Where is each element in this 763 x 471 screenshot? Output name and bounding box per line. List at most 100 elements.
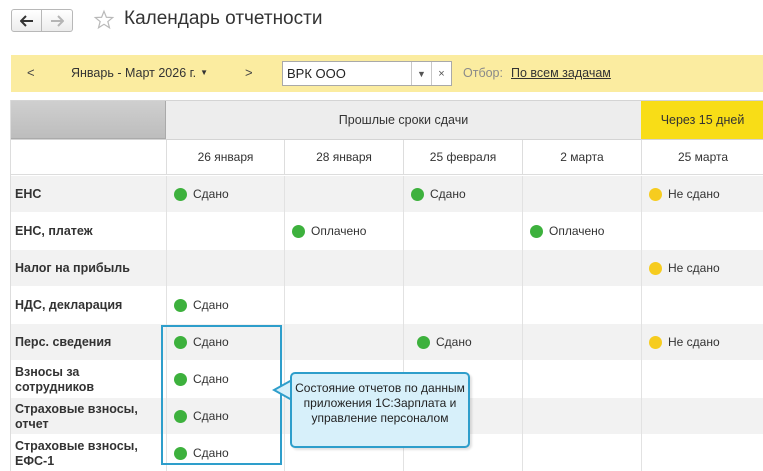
status-text: Сдано	[193, 298, 229, 312]
status-cell[interactable]: Сдано	[411, 187, 466, 201]
cell-divider	[641, 361, 642, 398]
header-past-deadlines: Прошлые сроки сдачи	[338, 113, 469, 127]
status-text: Не сдано	[668, 261, 720, 275]
cell-divider	[641, 250, 642, 287]
grid-header-groups: Прошлые сроки сдачи Через 15 дней	[11, 100, 763, 140]
status-dot-icon	[174, 187, 187, 201]
cell-divider	[166, 213, 167, 250]
status-cell[interactable]: Не сдано	[649, 261, 720, 275]
cell-divider	[166, 176, 167, 213]
cell-divider	[522, 361, 523, 398]
cell-divider	[403, 213, 404, 250]
row-label: Налог на прибыль	[15, 261, 130, 275]
cell-divider	[641, 324, 642, 361]
status-dot-icon	[649, 261, 662, 275]
grid-corner	[11, 101, 166, 139]
cell-divider	[403, 324, 404, 361]
cell-divider	[522, 398, 523, 435]
title-bar: Календарь отчетности	[0, 0, 763, 44]
status-cell[interactable]: Оплачено	[292, 224, 366, 238]
header-upcoming: Через 15 дней	[641, 101, 763, 139]
status-dot-icon	[649, 187, 662, 201]
prev-period-button[interactable]: <	[27, 65, 35, 80]
caret-down-icon: ▼	[417, 68, 426, 79]
close-icon: ×	[438, 67, 445, 80]
status-text: Сдано	[193, 187, 229, 201]
table-row[interactable]: ЕНС, платеж Оплачено Оплачено	[11, 213, 763, 250]
status-text: Сдано	[436, 335, 472, 349]
row-label: Страховые взносы, отчет	[15, 401, 138, 431]
status-text: Оплачено	[311, 224, 367, 238]
row-label: ЕНС	[15, 187, 42, 201]
callout-note: Состояние отчетов по данным приложения 1…	[290, 372, 470, 448]
forward-button[interactable]	[42, 9, 73, 32]
highlight-box	[161, 325, 282, 465]
row-label: Перс. сведения	[15, 335, 112, 349]
cell-divider	[166, 287, 167, 324]
page-title: Календарь отчетности	[124, 8, 323, 29]
date-header: 25 марта	[641, 140, 763, 175]
dropdown-button[interactable]: ▼	[411, 62, 431, 85]
status-dot-icon	[649, 335, 662, 349]
row-label: ЕНС, платеж	[15, 224, 93, 238]
status-cell[interactable]: Сдано	[417, 335, 472, 349]
date-header: 26 января	[166, 140, 284, 175]
status-dot-icon	[174, 298, 187, 312]
table-row[interactable]: ЕНС Сдано Сдано Не сдано	[11, 176, 763, 213]
status-dot-icon	[292, 224, 305, 238]
star-icon[interactable]	[93, 9, 115, 31]
cell-divider	[284, 250, 285, 287]
status-dot-icon	[411, 187, 424, 201]
cell-divider	[641, 213, 642, 250]
next-period-button[interactable]: >	[245, 65, 253, 80]
cell-divider	[166, 250, 167, 287]
status-text: Сдано	[430, 187, 466, 201]
cell-divider	[284, 435, 285, 471]
status-cell[interactable]: Сдано	[174, 298, 229, 312]
status-text: Оплачено	[549, 224, 605, 238]
table-row[interactable]: Перс. сведения Сдано Сдано Не сдано	[11, 324, 763, 361]
cell-divider	[403, 287, 404, 324]
cell-divider	[641, 176, 642, 213]
table-row[interactable]: НДС, декларация Сдано	[11, 287, 763, 324]
cell-divider	[641, 287, 642, 324]
cell-divider	[284, 176, 285, 213]
filter-link[interactable]: По всем задачам	[511, 66, 611, 80]
grid-header-dates: 26 января 28 января 25 февраля 2 марта 25 ма…	[11, 140, 763, 175]
cell-divider	[522, 176, 523, 213]
date-header: 28 января	[284, 140, 403, 175]
status-cell[interactable]: Сдано	[174, 187, 229, 201]
row-label: Взносы за сотрудников	[15, 364, 95, 394]
organization-field[interactable]: ВРК ООО ▼ ×	[282, 61, 452, 86]
cell-divider	[641, 435, 642, 471]
arrow-left-icon	[19, 14, 33, 27]
arrow-right-icon	[51, 14, 64, 27]
status-text: Не сдано	[668, 187, 720, 201]
cell-divider	[284, 287, 285, 324]
row-label: Страховые взносы, ЕФС-1	[15, 438, 138, 468]
organization-input[interactable]: ВРК ООО	[283, 62, 411, 85]
table-row[interactable]: Налог на прибыль Не сдано	[11, 250, 763, 287]
status-text: Не сдано	[668, 335, 720, 349]
status-dot-icon	[530, 224, 543, 238]
date-header: 25 февраля	[403, 140, 522, 175]
cell-divider	[284, 324, 285, 361]
cell-divider	[522, 287, 523, 324]
caret-down-icon: ▼	[200, 68, 209, 77]
row-label: НДС, декларация	[15, 298, 123, 312]
back-button[interactable]	[11, 9, 42, 32]
clear-button[interactable]: ×	[431, 62, 451, 85]
cell-divider	[522, 213, 523, 250]
cell-divider	[522, 435, 523, 471]
cell-divider	[522, 324, 523, 361]
status-cell[interactable]: Оплачено	[530, 224, 604, 238]
period-label: Январь - Март 2026 г.	[71, 66, 197, 80]
cell-divider	[284, 213, 285, 250]
toolbar: < Январь - Март 2026 г. ▼ > ВРК ООО ▼ × О…	[11, 55, 763, 92]
status-dot-icon	[417, 335, 430, 349]
cell-divider	[403, 250, 404, 287]
status-cell[interactable]: Не сдано	[649, 187, 720, 201]
period-selector[interactable]: Январь - Март 2026 г. ▼	[71, 66, 208, 80]
status-cell[interactable]: Не сдано	[649, 335, 720, 349]
cell-divider	[641, 398, 642, 435]
